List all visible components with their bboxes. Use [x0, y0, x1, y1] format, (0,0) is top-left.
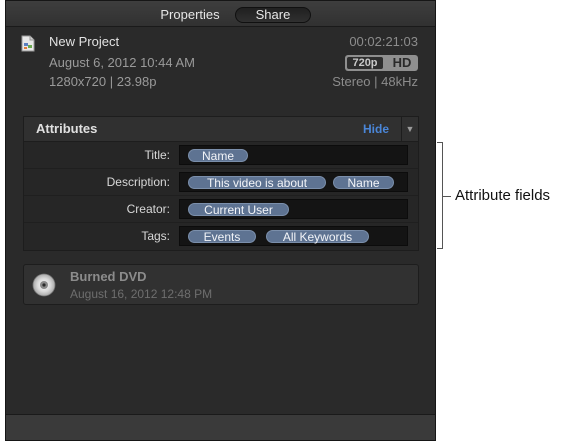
dvd-disc-icon	[32, 273, 56, 297]
attributes-header: Attributes Hide ▼	[24, 117, 418, 142]
tags-field[interactable]: Events All Keywords	[179, 226, 408, 246]
attribute-label-description: Description:	[106, 175, 170, 189]
project-info-header: New Project August 6, 2012 10:44 AM 1280…	[6, 28, 435, 96]
project-document-icon	[21, 35, 35, 52]
token-this-video-is-about[interactable]: This video is about	[188, 176, 326, 190]
resolution-badge: 720p HD	[345, 55, 418, 71]
description-field[interactable]: This video is about Name	[179, 172, 408, 192]
project-date: August 6, 2012 10:44 AM	[49, 55, 195, 70]
creator-field[interactable]: Current User	[179, 199, 408, 219]
attributes-section: Attributes Hide ▼ Title: Name Descriptio…	[23, 116, 419, 251]
token-name[interactable]: Name	[333, 176, 394, 190]
attribute-row-title: Title: Name	[24, 142, 418, 169]
attribute-label-tags: Tags:	[141, 229, 170, 243]
token-events[interactable]: Events	[188, 230, 256, 244]
project-audio-spec: Stereo | 48kHz	[332, 74, 418, 89]
attribute-row-creator: Creator: Current User	[24, 196, 418, 223]
resolution-720p-label: 720p	[347, 57, 383, 69]
attribute-label-creator: Creator:	[126, 202, 170, 216]
project-duration: 00:02:21:03	[349, 34, 418, 49]
token-name[interactable]: Name	[188, 149, 248, 163]
attribute-row-tags: Tags: Events All Keywords	[24, 223, 418, 251]
title-field[interactable]: Name	[179, 145, 408, 165]
tab-share[interactable]: Share	[235, 7, 311, 23]
token-all-keywords[interactable]: All Keywords	[266, 230, 369, 244]
history-item-title: Burned DVD	[70, 269, 147, 284]
share-inspector-panel: Properties Share New Project August 6, 2…	[5, 0, 436, 441]
token-current-user[interactable]: Current User	[188, 203, 289, 217]
attributes-title: Attributes	[36, 121, 98, 136]
hd-label: HD	[392, 55, 412, 70]
callout-leader-line	[443, 196, 451, 197]
callout-label: Attribute fields	[455, 187, 551, 204]
share-history-item[interactable]: Burned DVD August 16, 2012 12:48 PM	[23, 264, 419, 305]
project-name: New Project	[49, 34, 120, 49]
inspector-bottom-bar	[6, 414, 435, 440]
project-video-spec: 1280x720 | 23.98p	[49, 74, 157, 89]
history-item-date: August 16, 2012 12:48 PM	[70, 287, 213, 301]
attribute-row-description: Description: This video is about Name	[24, 169, 418, 196]
inspector-tab-bar: Properties Share	[6, 1, 435, 27]
attributes-menu-button[interactable]: ▼	[401, 117, 418, 141]
attribute-label-title: Title:	[144, 148, 170, 162]
chevron-down-icon: ▼	[405, 124, 415, 134]
tab-properties[interactable]: Properties	[149, 7, 231, 23]
hide-button[interactable]: Hide	[363, 122, 389, 136]
